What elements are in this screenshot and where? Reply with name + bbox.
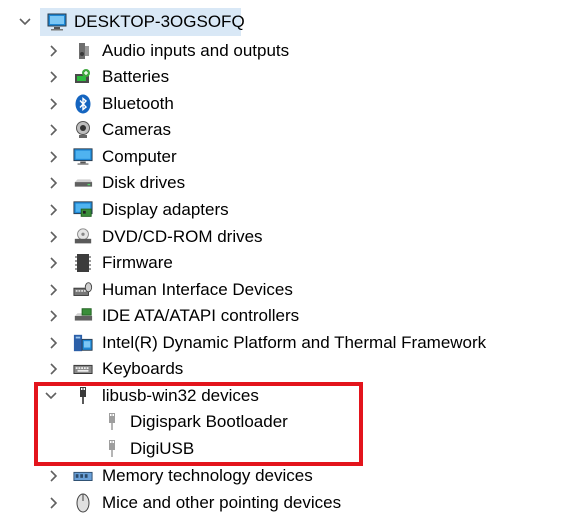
disk-drive-icon xyxy=(73,173,93,193)
category-row-memory[interactable]: Memory technology devices xyxy=(0,463,340,488)
chevron-right-icon[interactable] xyxy=(47,469,61,483)
chevron-down-icon[interactable] xyxy=(18,15,32,29)
chevron-right-icon[interactable] xyxy=(47,123,61,137)
monitor-icon xyxy=(73,147,93,167)
category-row-cameras[interactable]: Cameras xyxy=(0,117,320,142)
chevron-right-icon[interactable] xyxy=(47,309,61,323)
category-row-keyboards[interactable]: Keyboards xyxy=(0,356,320,381)
category-row-bluetooth[interactable]: Bluetooth xyxy=(0,91,320,116)
category-label: Computer xyxy=(102,147,177,166)
category-row-intel-dptf[interactable]: Intel(R) Dynamic Platform and Thermal Fr… xyxy=(0,330,520,355)
category-label: Disk drives xyxy=(102,173,186,192)
bluetooth-icon xyxy=(73,94,93,114)
intel-platform-icon xyxy=(73,333,93,353)
category-row-audio[interactable]: Audio inputs and outputs xyxy=(0,38,320,63)
chevron-right-icon[interactable] xyxy=(47,230,61,244)
chevron-right-icon[interactable] xyxy=(47,362,61,376)
chevron-right-icon[interactable] xyxy=(47,44,61,58)
category-row-ide-controllers[interactable]: IDE ATA/ATAPI controllers xyxy=(0,303,320,328)
category-label: Firmware xyxy=(102,253,173,272)
chevron-right-icon[interactable] xyxy=(47,256,61,270)
battery-icon xyxy=(73,67,93,87)
category-row-display-adapters[interactable]: Display adapters xyxy=(0,197,320,222)
chevron-right-icon[interactable] xyxy=(47,97,61,111)
chevron-right-icon[interactable] xyxy=(47,336,61,350)
category-label: Mice and other pointing devices xyxy=(102,493,342,512)
keyboard-icon xyxy=(73,359,93,379)
category-label: Cameras xyxy=(102,120,171,139)
hid-icon xyxy=(73,280,93,300)
display-adapter-icon xyxy=(73,200,93,220)
category-label: Human Interface Devices xyxy=(102,280,293,299)
category-row-mice[interactable]: Mice and other pointing devices xyxy=(0,490,360,515)
category-row-dvd-drives[interactable]: DVD/CD-ROM drives xyxy=(0,224,320,249)
chevron-right-icon[interactable] xyxy=(47,150,61,164)
chevron-right-icon[interactable] xyxy=(47,203,61,217)
category-row-firmware[interactable]: Firmware xyxy=(0,250,320,275)
chevron-right-icon[interactable] xyxy=(47,283,61,297)
category-row-computer[interactable]: Computer xyxy=(0,144,320,169)
tree-root-row[interactable]: DESKTOP-3OGSOFQ xyxy=(0,9,260,34)
chevron-right-icon[interactable] xyxy=(47,70,61,84)
chevron-right-icon[interactable] xyxy=(47,496,61,510)
ide-controller-icon xyxy=(73,306,93,326)
computer-icon xyxy=(47,12,67,32)
tree-root-label: DESKTOP-3OGSOFQ xyxy=(74,12,245,31)
speaker-icon xyxy=(73,41,93,61)
firmware-chip-icon xyxy=(73,253,93,273)
category-label: Batteries xyxy=(102,67,170,86)
highlight-box xyxy=(34,382,363,466)
mouse-icon xyxy=(73,493,93,513)
category-label: Keyboards xyxy=(102,359,184,378)
category-row-hid[interactable]: Human Interface Devices xyxy=(0,277,320,302)
camera-icon xyxy=(73,120,93,140)
category-label: Audio inputs and outputs xyxy=(102,41,290,60)
memory-icon xyxy=(73,466,93,486)
dvd-drive-icon xyxy=(73,227,93,247)
category-label: Memory technology devices xyxy=(102,466,313,485)
category-label: Display adapters xyxy=(102,200,229,219)
category-row-disk-drives[interactable]: Disk drives xyxy=(0,170,320,195)
category-label: IDE ATA/ATAPI controllers xyxy=(102,306,300,325)
chevron-right-icon[interactable] xyxy=(47,176,61,190)
category-row-batteries[interactable]: Batteries xyxy=(0,64,320,89)
category-label: DVD/CD-ROM drives xyxy=(102,227,263,246)
category-label: Intel(R) Dynamic Platform and Thermal Fr… xyxy=(102,333,487,352)
category-label: Bluetooth xyxy=(102,94,174,113)
